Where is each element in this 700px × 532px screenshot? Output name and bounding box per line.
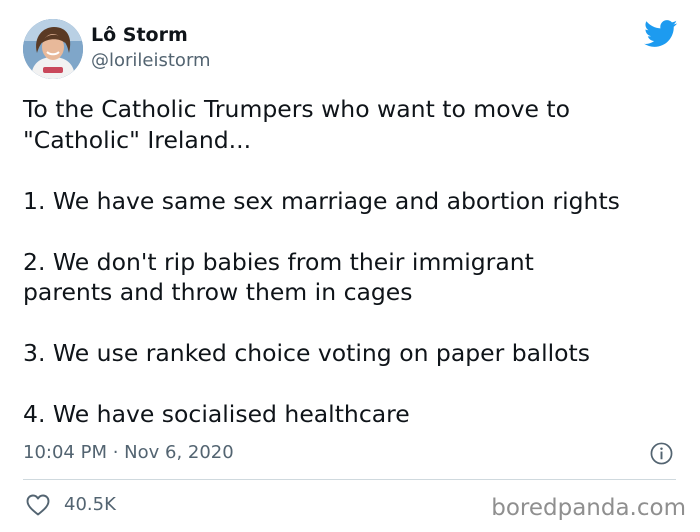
avatar[interactable] — [23, 19, 83, 79]
twitter-bird-icon[interactable] — [644, 20, 678, 48]
author-display-name[interactable]: Lô Storm — [91, 23, 188, 47]
author-handle[interactable]: @lorileistorm — [91, 50, 211, 72]
tweet-paragraph-point-2: 2. We don't rip babies from their immigr… — [23, 247, 534, 307]
profile-photo — [23, 19, 83, 79]
tweet-paragraph-point-1: 1. We have same sex marriage and abortio… — [23, 186, 620, 215]
tweet-text: To the Catholic Trumpers who want to mov… — [23, 94, 683, 430]
watermark: boredpanda.com — [491, 495, 686, 521]
tweet-timestamp[interactable]: 10:04 PM · Nov 6, 2020 — [23, 441, 234, 465]
tweet-paragraph-point-4: 4. We have socialised healthcare — [23, 400, 410, 428]
info-icon[interactable] — [650, 442, 673, 465]
tweet-paragraph-intro: To the Catholic Trumpers who want to mov… — [23, 95, 571, 154]
tweet-paragraph-point-3: 3. We use ranked choice voting on paper … — [23, 339, 590, 367]
like-count[interactable]: 40.5K — [64, 493, 116, 517]
divider — [23, 479, 676, 480]
heart-outline-icon[interactable] — [26, 494, 50, 516]
